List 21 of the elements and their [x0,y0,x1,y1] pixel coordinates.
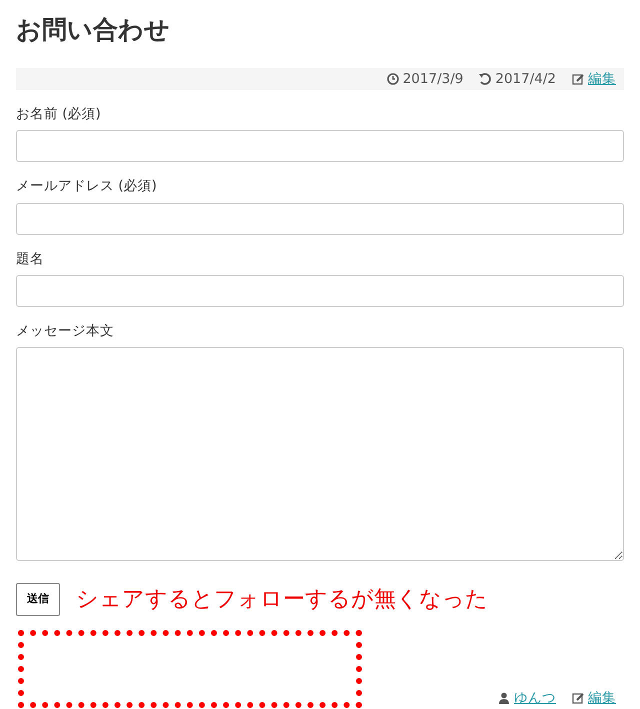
update-date: 2017/4/2 [495,70,556,89]
submit-button[interactable]: 送信 [16,583,60,616]
field-label: メッセージ本文 [16,322,115,341]
field-label: お名前 (必須) [16,105,102,124]
annotation-text: シェアするとフォローするが無くなった [76,586,488,614]
message-field[interactable] [16,347,624,561]
edit-icon [572,73,584,85]
publish-date: 2017/3/9 [402,70,464,89]
field-label: 題名 [16,250,45,268]
field-label: メールアドレス (必須) [16,177,158,196]
page-title: お問い合わせ [16,14,171,46]
edit-icon [572,692,584,704]
author-link[interactable]: ゆんつ [514,688,556,708]
edit-link[interactable]: 編集 [588,688,616,708]
user-icon [498,692,510,704]
input-field[interactable] [16,274,624,307]
edit-link[interactable]: 編集 [588,68,616,90]
history-icon [479,73,492,85]
input-field[interactable] [16,202,624,234]
input-field[interactable] [16,130,624,162]
clock-icon [386,73,399,85]
